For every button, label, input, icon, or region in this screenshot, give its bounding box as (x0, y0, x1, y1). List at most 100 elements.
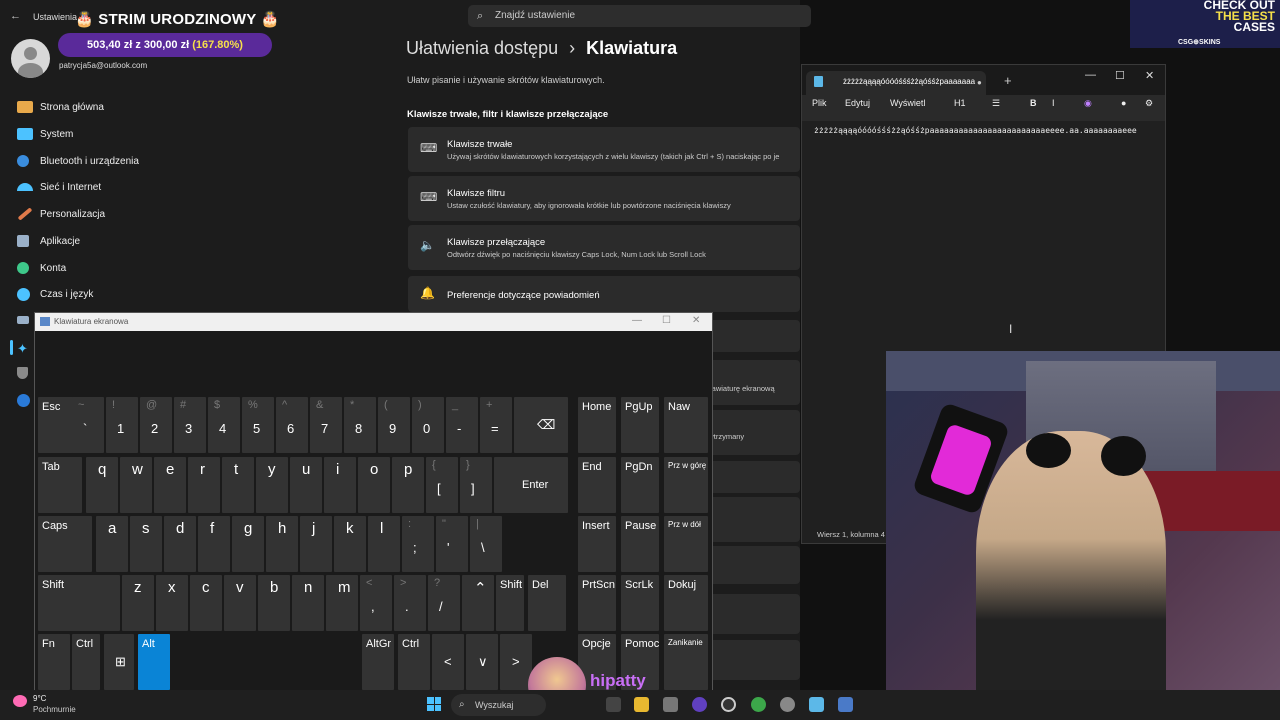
key-n[interactable]: n (292, 575, 324, 631)
back-arrow-icon[interactable]: ← (10, 10, 21, 22)
sidebar-item-home[interactable]: Strona główna (17, 99, 104, 115)
key-l[interactable]: l (368, 516, 400, 572)
key-fn[interactable]: Fn (38, 634, 70, 690)
key-6[interactable]: ^ 6 (276, 397, 308, 453)
chrome-icon[interactable] (751, 697, 766, 712)
key-h[interactable]: h (266, 516, 298, 572)
key-2[interactable]: @2 (140, 397, 172, 453)
new-tab-button[interactable]: + (1004, 73, 1012, 88)
sidebar-item-privacy[interactable] (17, 365, 35, 381)
key-scrlk[interactable]: ScrLk (621, 575, 659, 631)
key-[interactable]: _ - (446, 397, 478, 453)
notepad-icon[interactable] (809, 697, 824, 712)
key-zanikanie[interactable]: Zanikanie (664, 634, 708, 690)
key-[interactable]: " ' (436, 516, 468, 572)
github-icon[interactable] (721, 697, 736, 712)
key-0[interactable]: ) 0 (412, 397, 444, 453)
key-v[interactable]: v (224, 575, 256, 631)
heading-dropdown[interactable]: H1 (954, 98, 966, 108)
key-9[interactable]: (9 (378, 397, 410, 453)
bold-icon[interactable]: B (1030, 98, 1037, 108)
menu-view[interactable]: Wyświetl (890, 98, 925, 108)
account-icon[interactable]: ● (1121, 98, 1126, 108)
key-[interactable]: ⌃ (462, 575, 494, 631)
key-end[interactable]: End (578, 457, 616, 513)
sidebar-item-bluetooth[interactable]: Bluetooth i urządzenia (17, 153, 139, 169)
task-view-icon[interactable] (606, 697, 621, 712)
key-enter[interactable]: Enter (494, 457, 568, 513)
key-shift[interactable]: Shift (496, 575, 524, 631)
key-przwgórę[interactable]: Prz w górę (664, 457, 708, 513)
key-caps[interactable]: Caps (38, 516, 92, 572)
key-[interactable]: < (432, 634, 464, 690)
key-8[interactable]: * 8 (344, 397, 376, 453)
key-1[interactable]: ! 1 (106, 397, 138, 453)
key-naw[interactable]: Naw (664, 397, 708, 453)
key-s[interactable]: s (130, 516, 162, 572)
breadcrumb-parent[interactable]: Ułatwienia dostępu (406, 38, 558, 58)
key-[interactable]: {[ (426, 457, 458, 513)
gear-icon[interactable]: ⚙ (1145, 98, 1153, 109)
settings-search-input[interactable]: ⌕ Znajdź ustawienie (468, 5, 811, 27)
key-5[interactable]: % 5 (242, 397, 274, 453)
weather-temp[interactable]: 9°C (33, 694, 46, 703)
key-c[interactable]: c (190, 575, 222, 631)
menu-edit[interactable]: Edytuj (845, 98, 870, 108)
key-dokuj[interactable]: Dokuj (664, 575, 708, 631)
sidebar-item-system[interactable]: System (17, 126, 73, 142)
key-[interactable]: | \ (470, 516, 502, 572)
key-del[interactable]: Del (528, 575, 566, 631)
key-g[interactable]: g (232, 516, 264, 572)
key-altgr[interactable]: AltGr (362, 634, 394, 690)
key-[interactable]: ∨ (466, 634, 498, 690)
key-e[interactable]: e (154, 457, 186, 513)
key-ctrl[interactable]: Ctrl (398, 634, 430, 690)
sidebar-item-accounts[interactable]: Konta (17, 260, 66, 276)
key-[interactable]: ~ ` (72, 397, 104, 453)
key-pgup[interactable]: PgUp (621, 397, 659, 453)
key-[interactable]: <, (360, 575, 392, 631)
key-[interactable]: ⊞ (104, 634, 134, 690)
key-7[interactable]: & 7 (310, 397, 342, 453)
key-o[interactable]: o (358, 457, 390, 513)
key-t[interactable]: t (222, 457, 254, 513)
card-notification-prefs[interactable]: 🔔 Preferencje dotyczące powiadomień (408, 276, 800, 312)
key-prtscn[interactable]: PrtScn (578, 575, 616, 631)
sidebar-item-network[interactable]: Sieć i Internet (17, 179, 101, 195)
key-[interactable]: :; (402, 516, 434, 572)
key-y[interactable]: y (256, 457, 288, 513)
notepad-tab[interactable]: żżżżżąąąąóóóóśśśżżąóśśżpaaaaaaa (806, 71, 986, 95)
taskbar-search[interactable]: ⌕ Wyszukaj (451, 694, 546, 716)
key-w[interactable]: w (120, 457, 152, 513)
key-3[interactable]: #3 (174, 397, 206, 453)
key-j[interactable]: j (300, 516, 332, 572)
key-k[interactable]: k (334, 516, 366, 572)
settings-icon[interactable] (780, 697, 795, 712)
key-przwdół[interactable]: Prz w dół (664, 516, 708, 572)
key-pause[interactable]: Pause (621, 516, 659, 572)
minimize-icon[interactable]: — (1085, 69, 1096, 81)
notepad-text-area[interactable]: żżżżżąąąąóóóóśśśżżąóśśżpaaaaaaaaaaaaaaaa… (814, 126, 1164, 135)
key-m[interactable]: m (326, 575, 358, 631)
copilot-icon[interactable]: ◉ (1084, 98, 1092, 109)
key-r[interactable]: r (188, 457, 220, 513)
key-a[interactable]: a (96, 516, 128, 572)
key-i[interactable]: i (324, 457, 356, 513)
key-u[interactable]: u (290, 457, 322, 513)
key-p[interactable]: p (392, 457, 424, 513)
key-insert[interactable]: Insert (578, 516, 616, 572)
maximize-icon[interactable]: ☐ (1115, 69, 1125, 82)
key-z[interactable]: z (122, 575, 154, 631)
key-shift[interactable]: Shift (38, 575, 120, 631)
key-tab[interactable]: Tab (38, 457, 82, 513)
menu-file[interactable]: Plik (812, 98, 827, 108)
key-ctrl[interactable]: Ctrl (72, 634, 100, 690)
key-[interactable]: ⌫ (514, 397, 568, 453)
key-[interactable]: ? / (428, 575, 460, 631)
key-d[interactable]: d (164, 516, 196, 572)
key-f[interactable]: f (198, 516, 230, 572)
key-4[interactable]: $4 (208, 397, 240, 453)
ad-banner[interactable]: CHECK OUT THE BEST CASES CSG⊕SKINS (1130, 0, 1280, 48)
start-button[interactable] (427, 697, 441, 711)
obs-icon[interactable] (692, 697, 707, 712)
